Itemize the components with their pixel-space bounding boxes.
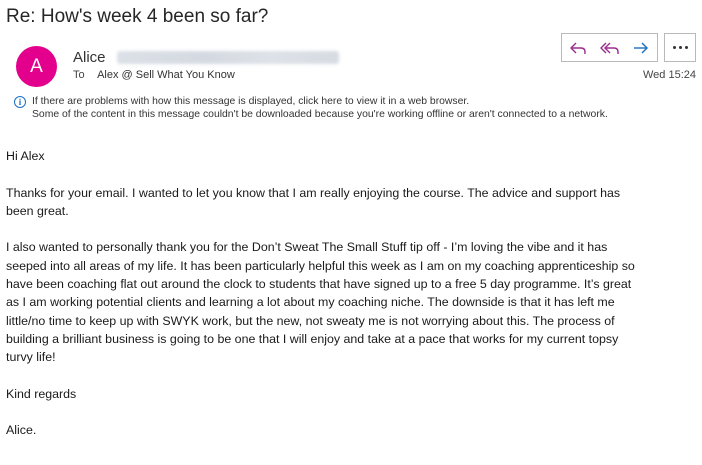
body-line: turvy life! <box>6 350 56 365</box>
closing: Kind regards <box>6 386 77 401</box>
sender-email-redacted <box>117 51 339 64</box>
message-body: Hi Alex Thanks for your email. I wanted … <box>6 147 696 440</box>
recipient-name[interactable]: Alex @ Sell What You Know <box>97 69 235 81</box>
body-line: seeped into all areas of my life. It has… <box>6 258 635 273</box>
body-line: I also wanted to personally thank you fo… <box>6 240 608 255</box>
signature: Alice. <box>6 423 37 438</box>
body-line: been great. <box>6 203 69 218</box>
info-line-offline: Some of the content in this message coul… <box>32 109 608 120</box>
reply-all-icon <box>599 42 619 54</box>
more-icon-dot <box>684 46 688 49</box>
body-line: Thanks for your email. I wanted to let y… <box>6 185 621 200</box>
body-line: as I am working potential clients and le… <box>6 295 615 310</box>
more-actions-button[interactable] <box>664 33 696 62</box>
recipients-line: To Alex @ Sell What You Know <box>73 69 235 81</box>
message-actions <box>561 33 658 62</box>
avatar-initial: A <box>30 55 43 77</box>
message-date: Wed 15:24 <box>642 69 696 81</box>
forward-icon <box>634 42 649 53</box>
forward-button[interactable] <box>625 34 657 61</box>
sender-avatar[interactable]: A <box>16 46 57 87</box>
to-label: To <box>73 69 85 81</box>
reply-button[interactable] <box>562 34 594 61</box>
info-icon: i <box>14 96 26 108</box>
message-subject: Re: How's week 4 been so far? <box>6 6 269 27</box>
body-line: building a brilliant business is going t… <box>6 331 619 346</box>
body-line: have been coaching flat out around the c… <box>6 277 632 292</box>
body-line: little/no time to keep up with SWYK work… <box>6 313 615 328</box>
more-icon <box>672 46 676 49</box>
reply-all-button[interactable] <box>594 34 626 61</box>
sender-name[interactable]: Alice <box>73 49 106 66</box>
info-line-browser[interactable]: If there are problems with how this mess… <box>32 95 469 108</box>
reply-icon <box>569 42 586 54</box>
greeting: Hi Alex <box>6 149 45 163</box>
more-icon-dot <box>678 46 682 49</box>
